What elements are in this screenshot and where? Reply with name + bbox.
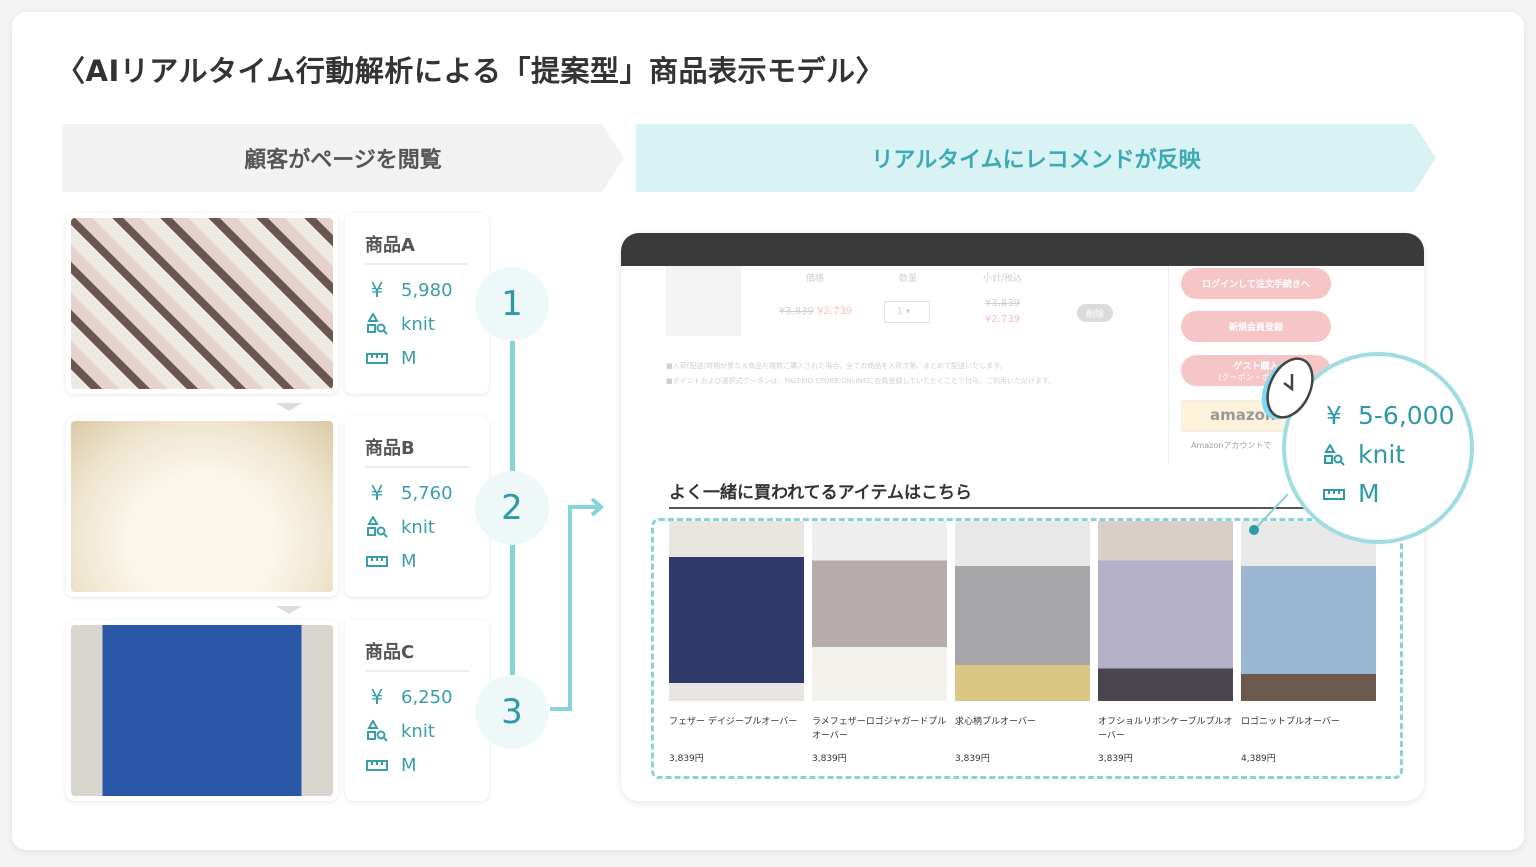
step-3: 3 (475, 675, 549, 749)
analysis-size: M (1358, 479, 1380, 508)
product-name: 商品B (365, 434, 469, 468)
recommend-item[interactable]: フェザー デイジープルオーバー 3,839円 (669, 521, 804, 764)
yen-icon: ¥ (1326, 401, 1342, 430)
page-title: 〈AIリアルタイム行動解析による「提案型」商品表示モデル〉 (56, 54, 885, 88)
header-qty: 数量 (899, 274, 918, 284)
recommend-item-price: 3,839円 (1098, 754, 1133, 764)
recommend-item-price: 3,839円 (669, 754, 704, 764)
recommend-item-name[interactable]: ロゴニットプルオーバー (1241, 715, 1376, 743)
recommend-item-price: 4,389円 (1241, 754, 1276, 764)
recommend-item-price: 3,839円 (812, 754, 847, 764)
product-price: 5,760 (401, 482, 453, 504)
product-size: M (401, 347, 417, 369)
product-material: knit (401, 516, 435, 538)
analysis-material: knit (1358, 440, 1406, 469)
banner-browsing: 顧客がページを閲覧 (62, 124, 624, 192)
recommend-item-image[interactable] (1098, 521, 1233, 701)
recommend-item[interactable]: ラメフェザーロゴジャガードプルオーバー 3,839円 (812, 521, 947, 764)
product-price: 5,980 (401, 279, 453, 301)
recommend-heading: よく一緒に買われてるアイテムはこちら (669, 478, 1319, 509)
recommend-item-name[interactable]: フェザー デイジープルオーバー (669, 715, 804, 743)
cart-note: ■ポイントおよび選択式クーポンは、PALEMO STORE ONLINEに会員登… (666, 377, 1056, 385)
old-price: ¥3,839 (779, 306, 814, 317)
register-button[interactable]: 新規会員登録 (1181, 311, 1331, 342)
product-name: 商品A (365, 231, 469, 265)
ruler-icon (365, 758, 389, 772)
recommend-item-price: 3,839円 (955, 754, 990, 764)
recommend-item-image[interactable] (669, 521, 804, 701)
banner-recommend: リアルタイムにレコメンドが反映 (636, 124, 1436, 192)
product-b-image (66, 416, 338, 597)
recommend-item-name[interactable]: オフショルリボンケーブルプルオーバー (1098, 715, 1233, 743)
ruler-icon (365, 554, 389, 568)
step-2: 2 (475, 471, 549, 545)
analysis-price: 5-6,000 (1358, 401, 1455, 430)
cart-item-image (666, 266, 741, 336)
product-c-image (66, 620, 338, 801)
shapes-search-icon (1322, 443, 1346, 466)
connector-arrow-icon (550, 497, 605, 711)
product-name: 商品C (365, 638, 469, 672)
product-material: knit (401, 720, 435, 742)
pointer-line (1249, 493, 1289, 535)
ruler-icon (365, 351, 389, 365)
product-material: knit (401, 313, 435, 335)
header-subtotal: 小計/税込 (983, 274, 1023, 284)
ruler-icon (1322, 487, 1346, 501)
product-info-card: 商品B ¥5,760 knit M (345, 416, 489, 597)
product-size: M (401, 550, 417, 572)
down-arrow-icon (276, 606, 302, 614)
amazon-note: Amazonアカウントで (1191, 441, 1272, 450)
new-price: ¥2,739 (817, 306, 853, 317)
product-info-card: 商品C ¥6,250 knit M (345, 620, 489, 801)
shapes-search-icon (365, 516, 389, 538)
browser-bar (621, 233, 1424, 266)
recommend-item[interactable]: ロゴニットプルオーバー 4,389円 (1241, 521, 1376, 764)
recommend-item-name[interactable]: ラメフェザーロゴジャガードプルオーバー (812, 715, 947, 743)
recommend-item[interactable]: オフショルリボンケーブルプルオーバー 3,839円 (1098, 521, 1233, 764)
subtotal-new: ¥2,739 (985, 314, 1020, 325)
yen-icon: ¥ (370, 685, 384, 709)
shapes-search-icon (365, 720, 389, 742)
product-size: M (401, 754, 417, 776)
recommend-item-image[interactable] (955, 521, 1090, 701)
login-checkout-button[interactable]: ログインして注文手続きへ (1181, 268, 1331, 299)
product-price: 6,250 (401, 686, 453, 708)
shapes-search-icon (365, 313, 389, 335)
recommend-item[interactable]: 求心柄プルオーバー 3,839円 (955, 521, 1090, 764)
product-a-image (66, 213, 338, 394)
qty-select[interactable]: 1 ▾ (884, 301, 930, 323)
clock-icon (1261, 357, 1314, 420)
product-info-card: 商品A ¥5,980 knit M (345, 213, 489, 394)
yen-icon: ¥ (370, 278, 384, 302)
recommend-item-image[interactable] (1241, 521, 1376, 701)
down-arrow-icon (276, 403, 302, 411)
delete-button[interactable]: 削除 (1077, 304, 1113, 322)
recommend-item-name[interactable]: 求心柄プルオーバー (955, 715, 1090, 743)
yen-icon: ¥ (370, 481, 384, 505)
step-1: 1 (475, 267, 549, 341)
recommend-item-image[interactable] (812, 521, 947, 701)
subtotal-old: ¥3,839 (985, 298, 1020, 309)
header-price: 価格 (806, 274, 825, 284)
cart-note: ■入荷(配送)時期が異なる商品を複数ご購入された場合、全ての商品を入荷次第、まと… (666, 362, 1007, 370)
